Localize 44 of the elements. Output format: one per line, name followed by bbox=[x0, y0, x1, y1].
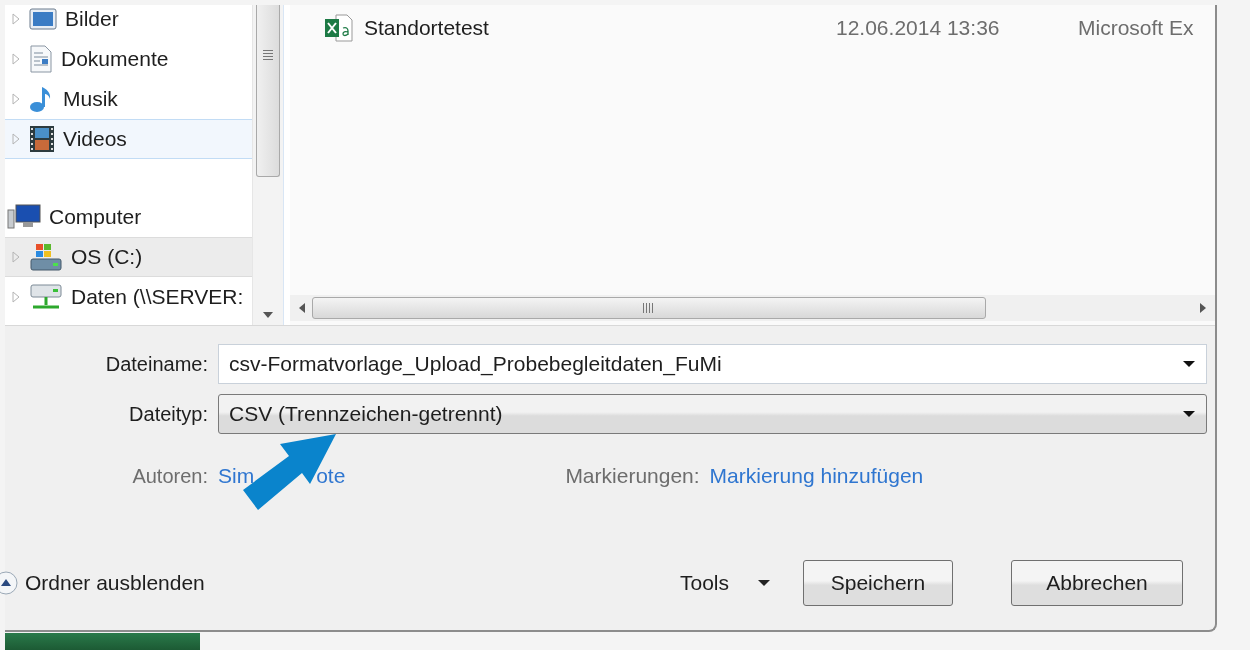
expand-arrow-icon[interactable] bbox=[11, 12, 21, 26]
expand-arrow-icon[interactable] bbox=[11, 92, 21, 106]
scroll-left-icon[interactable] bbox=[298, 302, 306, 314]
windows-drive-icon bbox=[29, 242, 63, 272]
navigation-item[interactable]: Bilder bbox=[5, 5, 252, 39]
network-drive-icon bbox=[29, 282, 63, 312]
add-tag-link[interactable]: Markierung hinzufügen bbox=[709, 464, 924, 488]
dropdown-caret-icon[interactable] bbox=[1182, 410, 1196, 418]
spreadsheet-file-icon bbox=[324, 14, 354, 42]
film-strip-icon bbox=[29, 125, 55, 153]
dropdown-caret-icon[interactable] bbox=[1182, 360, 1196, 368]
filename-label: Dateiname: bbox=[104, 352, 209, 376]
file-type: Microsoft Ex bbox=[1078, 16, 1194, 40]
caret-icon[interactable] bbox=[757, 579, 771, 587]
navigation-item[interactable]: Dokumente bbox=[5, 39, 252, 79]
navigation-item[interactable]: Daten (\\SERVER: bbox=[5, 277, 252, 317]
expand-arrow-icon[interactable] bbox=[11, 250, 21, 264]
expand-arrow-icon[interactable] bbox=[11, 290, 21, 304]
tools-menu[interactable]: Tools bbox=[671, 567, 779, 599]
tags-label: Markierungen: bbox=[565, 464, 700, 488]
horizontal-scrollbar-thumb[interactable] bbox=[312, 297, 986, 319]
authors-label: Autoren: bbox=[131, 464, 209, 488]
vertical-scrollbar[interactable] bbox=[252, 5, 283, 325]
scroll-down-icon[interactable] bbox=[262, 311, 274, 319]
file-date: 12.06.2014 13:36 bbox=[836, 16, 1001, 40]
filetype-label: Dateityp: bbox=[128, 402, 209, 426]
scrollbar-thumb[interactable] bbox=[256, 5, 280, 177]
computer-icon bbox=[7, 204, 41, 230]
file-name[interactable]: Standortetest bbox=[290, 14, 836, 42]
cancel-button[interactable]: Abbrechen bbox=[1011, 560, 1183, 606]
expand-arrow-icon[interactable] bbox=[11, 52, 21, 66]
save-button[interactable]: Speichern bbox=[803, 560, 953, 606]
author-link[interactable]: Sim ote bbox=[218, 464, 346, 488]
navigation-item[interactable]: Videos bbox=[5, 119, 252, 159]
filetype-dropdown[interactable]: CSV (Trennzeichen-getrennt) bbox=[218, 394, 1207, 434]
navigation-item[interactable]: OS (C:) bbox=[5, 237, 252, 277]
navigation-item[interactable]: Musik bbox=[5, 79, 252, 119]
document-icon bbox=[29, 45, 53, 73]
hide-folders-toggle[interactable]: Ordner ausblenden bbox=[25, 571, 205, 595]
picture-frame-icon bbox=[29, 7, 57, 31]
filename-field[interactable]: csv-Formatvorlage_Upload_Probebegleitdaten_FuMi bbox=[218, 344, 1207, 384]
scroll-right-icon[interactable] bbox=[1199, 302, 1207, 314]
navigation-item[interactable]: Computer bbox=[5, 197, 252, 237]
expand-arrow-icon[interactable] bbox=[11, 132, 21, 146]
